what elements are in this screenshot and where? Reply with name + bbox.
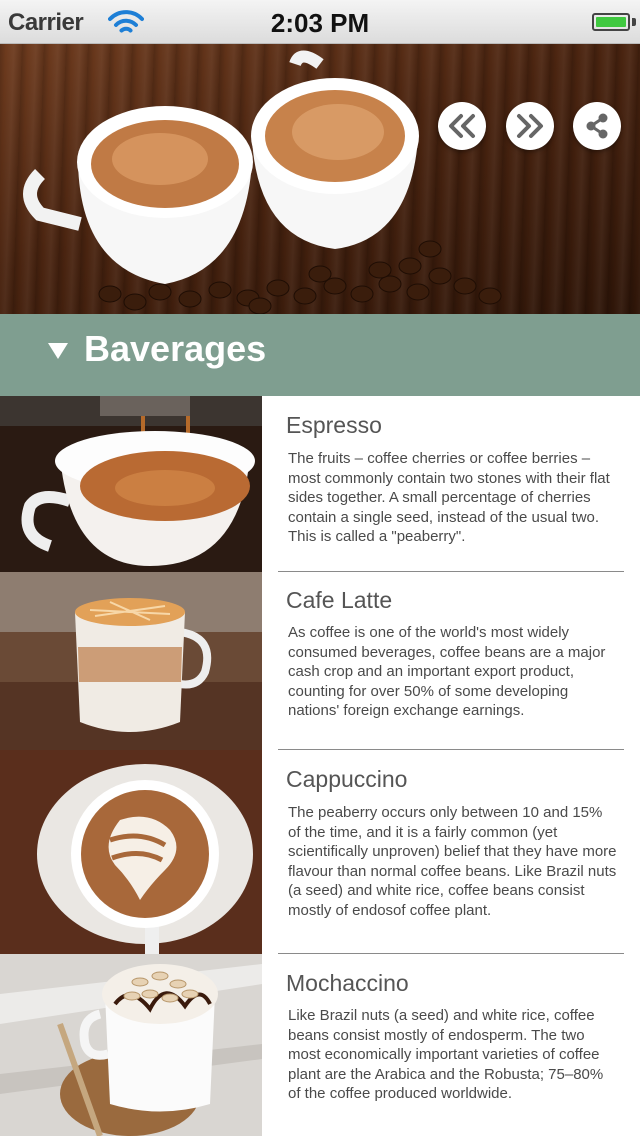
item-title: Cappuccino — [286, 766, 408, 792]
share-button[interactable] — [573, 102, 621, 150]
item-description: Like Brazil nuts (a seed) and white rice… — [288, 1007, 604, 1102]
triangle-down-icon[interactable] — [48, 343, 68, 359]
item-description: The peaberry occurs only between 10 and … — [288, 804, 617, 919]
battery-icon — [592, 13, 630, 31]
clock: 2:03 PM — [270, 8, 370, 38]
status-bar: Carrier 2:03 PM — [0, 0, 640, 44]
forward-button[interactable] — [506, 102, 554, 150]
hero-image — [0, 44, 640, 314]
double-chevron-right-icon — [517, 114, 543, 138]
list-item-espresso[interactable]: Espresso The fruits – coffee cherries or… — [0, 396, 640, 572]
mochaccino-image — [0, 954, 262, 1136]
list-item-cafe-latte[interactable]: Cafe Latte As coffee is one of the world… — [0, 572, 640, 750]
battery-level — [596, 17, 626, 27]
item-description: As coffee is one of the world's most wid… — [288, 624, 606, 719]
cappuccino-image — [0, 750, 262, 954]
item-title: Cafe Latte — [286, 587, 393, 613]
coffee-cups-illustration — [23, 50, 502, 314]
double-chevron-left-icon — [449, 114, 475, 138]
cafe-latte-image — [0, 572, 262, 750]
item-title: Mochaccino — [286, 970, 409, 996]
espresso-image — [0, 396, 262, 572]
item-description: The fruits – coffee cherries or coffee b… — [288, 450, 610, 545]
item-title: Espresso — [286, 412, 382, 438]
list-item-mochaccino[interactable]: Mochaccino Like Brazil nuts (a seed) and… — [0, 954, 640, 1136]
share-icon — [586, 113, 608, 139]
section-title: Baverages — [84, 328, 267, 369]
battery-tip — [632, 18, 636, 26]
list-item-cappuccino[interactable]: Cappuccino The peaberry occurs only betw… — [0, 750, 640, 954]
rewind-button[interactable] — [438, 102, 486, 150]
